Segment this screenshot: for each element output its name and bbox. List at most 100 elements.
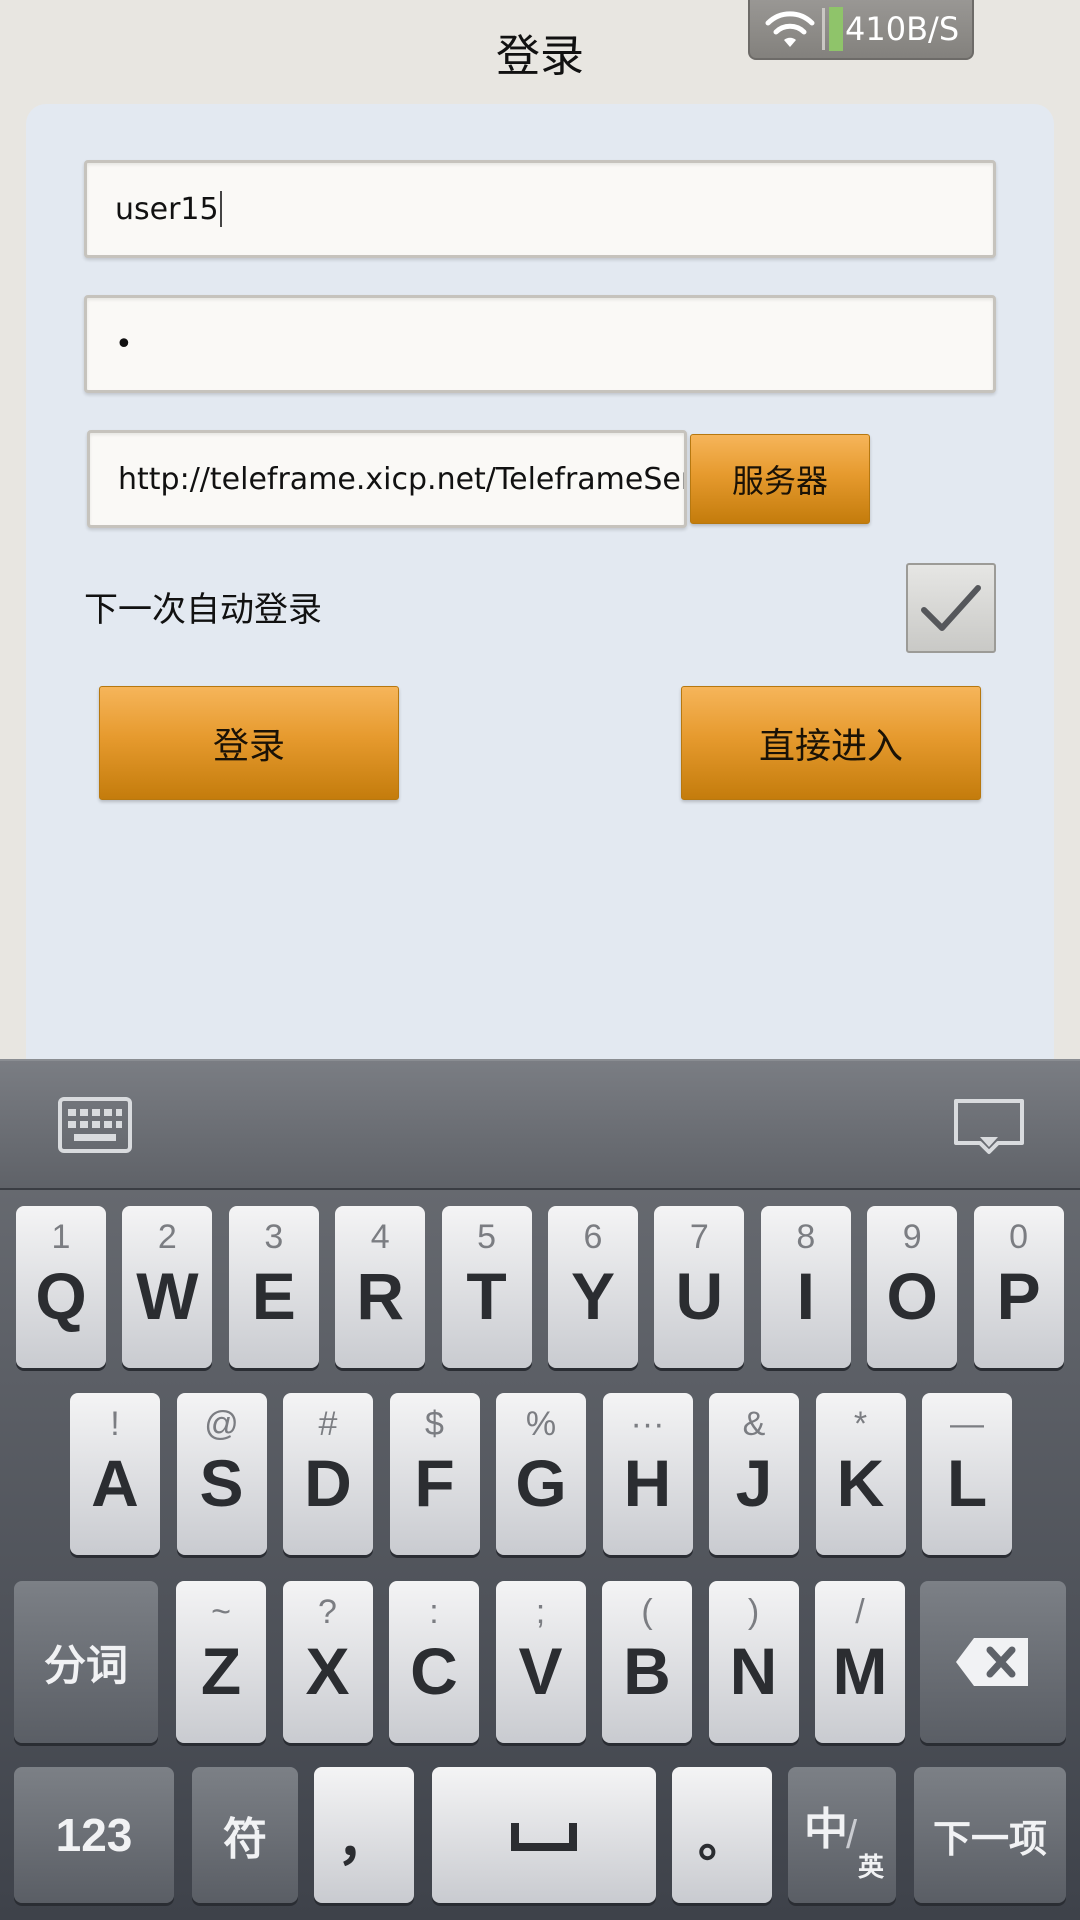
key-d[interactable]: # D [283, 1393, 373, 1555]
key-k[interactable]: * K [815, 1393, 906, 1555]
comma-key-label: ， [337, 1810, 391, 1871]
server-url-value: http://teleframe.xicp.net/TeleframeServi [118, 461, 687, 497]
key-sub-label: ) [747, 1593, 760, 1631]
key-main-label: E [251, 1259, 296, 1333]
key-main-label: F [414, 1446, 455, 1520]
language-slash: / [846, 1813, 858, 1857]
key-w[interactable]: 2W [122, 1206, 213, 1368]
numbers-key[interactable]: 123 [14, 1767, 174, 1903]
segment-key-label: 分词 [43, 1641, 128, 1689]
key-main-label: S [199, 1446, 244, 1520]
key-sub-label: 7 [689, 1218, 709, 1256]
key-sub-label: ~ [211, 1593, 231, 1631]
key-f[interactable]: $ F [389, 1393, 480, 1555]
login-button-label: 登录 [212, 726, 285, 767]
key-z[interactable]: ~ Z [176, 1581, 266, 1743]
key-g[interactable]: % G [496, 1393, 586, 1555]
key-sub-label: 1 [51, 1218, 71, 1256]
key-c[interactable]: :C [389, 1581, 479, 1743]
key-sub-label: @ [204, 1405, 239, 1443]
direct-enter-button[interactable]: 直接进入 [681, 686, 981, 800]
key-main-label: O [886, 1259, 938, 1333]
password-value: • [115, 326, 133, 362]
key-main-label: T [466, 1259, 507, 1333]
key-j[interactable]: & J [709, 1393, 799, 1555]
badge-divider [822, 8, 825, 50]
key-main-label: Q [35, 1259, 87, 1333]
language-switch-key[interactable]: 中 / 英 [788, 1767, 896, 1903]
key-sub-label: $ [425, 1405, 444, 1443]
symbols-key[interactable]: 符 [192, 1767, 298, 1903]
key-l[interactable]: — L [922, 1393, 1012, 1555]
key-sub-label: ! [110, 1405, 120, 1443]
key-a[interactable]: ! A [70, 1393, 160, 1555]
key-main-label: N [729, 1634, 778, 1708]
key-e[interactable]: 3E [228, 1206, 319, 1368]
key-main-label: I [796, 1259, 815, 1333]
key-main-label: J [735, 1446, 773, 1520]
server-url-input[interactable]: http://teleframe.xicp.net/TeleframeServi [87, 430, 687, 528]
key-s[interactable]: @ S [176, 1393, 267, 1555]
network-speed-badge: 410B/S [748, 0, 974, 60]
key-q[interactable]: 1Q [16, 1206, 106, 1368]
key-main-label: P [996, 1259, 1041, 1333]
key-p[interactable]: 0P [973, 1206, 1064, 1368]
key-sub-label: 5 [477, 1218, 497, 1256]
space-icon [511, 1823, 577, 1851]
key-sub-label: 0 [1009, 1218, 1029, 1256]
password-input[interactable]: • [84, 295, 996, 393]
login-button[interactable]: 登录 [99, 686, 399, 800]
key-v[interactable]: ; V [495, 1581, 586, 1743]
key-main-label: M [832, 1634, 888, 1708]
key-sub-label: # [318, 1405, 338, 1443]
key-main-label: R [356, 1259, 405, 1333]
key-n[interactable]: ) N [708, 1581, 799, 1743]
key-main-label: B [623, 1634, 671, 1708]
key-u[interactable]: 7U [654, 1206, 745, 1368]
language-sub-label: 英 [858, 1852, 885, 1882]
signal-level-bar [829, 7, 843, 51]
key-sub-label: 6 [583, 1218, 603, 1256]
key-sub-label: 4 [370, 1218, 390, 1256]
numbers-key-label: 123 [55, 1809, 133, 1861]
key-main-label: W [136, 1259, 199, 1333]
text-caret [219, 191, 222, 227]
key-main-label: A [91, 1446, 139, 1520]
key-b[interactable]: (B [602, 1581, 692, 1743]
server-button-label: 服务器 [731, 462, 828, 500]
key-main-label: X [305, 1634, 350, 1708]
period-key[interactable]: 。 [672, 1767, 772, 1903]
symbols-key-label: 符 [223, 1815, 267, 1864]
space-key[interactable] [432, 1767, 656, 1903]
auto-login-checkbox[interactable] [906, 563, 996, 653]
period-key-label: 。 [697, 1814, 746, 1867]
username-input[interactable]: user15 [84, 160, 996, 258]
key-sub-label: ; [535, 1593, 546, 1631]
key-y[interactable]: 6Y [548, 1206, 638, 1368]
checkmark-icon [921, 585, 981, 631]
comma-key[interactable]: ， [314, 1767, 414, 1903]
hide-keyboard-icon[interactable] [952, 1097, 1026, 1155]
key-i[interactable]: 8I [760, 1206, 851, 1368]
key-o[interactable]: 9O [867, 1206, 958, 1368]
segment-key[interactable]: 分词 [14, 1581, 158, 1743]
key-m[interactable]: / M [815, 1581, 905, 1743]
network-speed-text: 410B/S [845, 10, 960, 48]
key-main-label: G [515, 1446, 567, 1520]
key-t[interactable]: 5T [441, 1206, 532, 1368]
keyboard-toolbar [0, 1059, 1080, 1190]
key-x[interactable]: ? X [282, 1581, 373, 1743]
auto-login-label: 下一次自动登录 [84, 590, 322, 630]
next-field-key[interactable]: 下一项 [914, 1767, 1066, 1903]
key-main-label: L [946, 1446, 988, 1520]
keyboard-icon[interactable] [58, 1097, 132, 1153]
server-button[interactable]: 服务器 [690, 434, 870, 524]
key-r[interactable]: 4R [335, 1206, 426, 1368]
direct-enter-button-label: 直接进入 [758, 726, 903, 767]
key-sub-label: * [853, 1405, 868, 1443]
backspace-key[interactable] [920, 1581, 1066, 1743]
key-sub-label: & [742, 1405, 766, 1443]
wifi-icon [765, 11, 815, 47]
key-sub-label: ··· [630, 1405, 665, 1443]
key-h[interactable]: ··· H [602, 1393, 693, 1555]
